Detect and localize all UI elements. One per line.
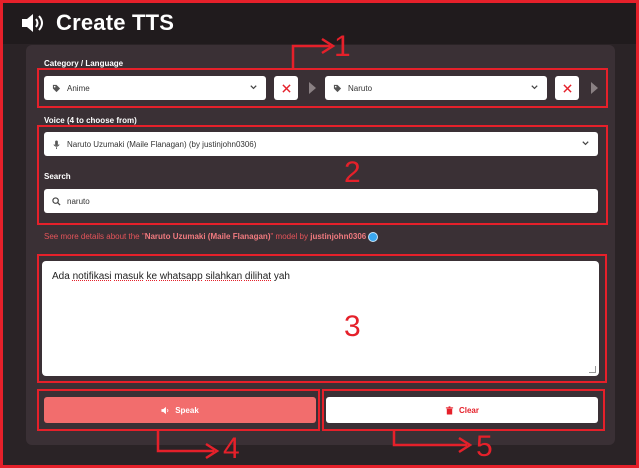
annotation-box-5 xyxy=(322,389,605,431)
annotation-box-1 xyxy=(37,68,608,108)
details-prefix: See more details about the " xyxy=(44,232,145,242)
page-title-text: Create TTS xyxy=(56,10,175,35)
verified-icon xyxy=(368,232,379,242)
category-label: Category / Language xyxy=(44,59,124,68)
annotation-number-2: 2 xyxy=(344,156,361,189)
voice-label: Voice (4 to choose from) xyxy=(44,116,137,125)
owner-link[interactable]: justinjohn0306 xyxy=(310,232,366,241)
annotation-box-3 xyxy=(37,254,607,383)
annotation-box-2 xyxy=(37,125,608,225)
page-title: Create TTS xyxy=(20,10,174,36)
annotation-number-3: 3 xyxy=(344,310,361,343)
model-details-text: See more details about the "Naruto Uzuma… xyxy=(44,232,379,242)
speaker-icon xyxy=(22,14,43,32)
annotation-number-1: 1 xyxy=(334,30,351,63)
details-middle: " model by xyxy=(270,232,311,242)
model-name-link[interactable]: Naruto Uzumaki (Maile Flanagan) xyxy=(145,232,271,241)
annotation-box-4 xyxy=(37,389,320,431)
annotation-number-4: 4 xyxy=(223,432,240,465)
annotation-number-5: 5 xyxy=(476,430,493,463)
